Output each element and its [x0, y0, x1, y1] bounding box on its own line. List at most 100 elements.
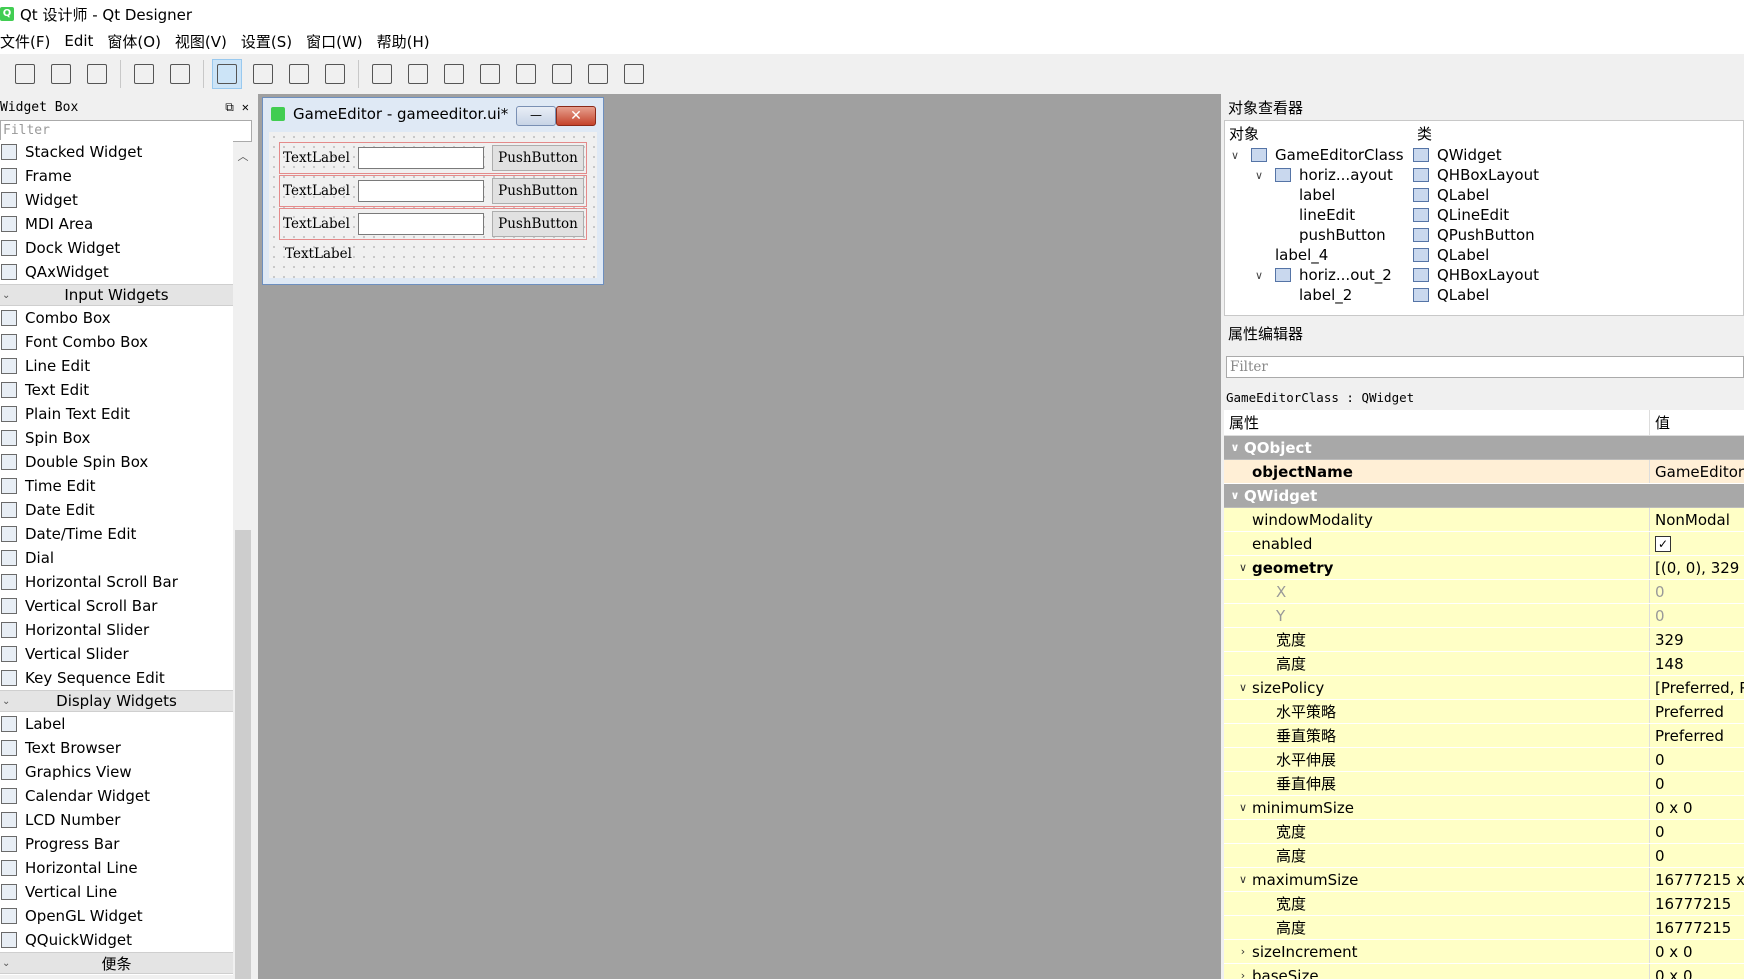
edit-buddies-button[interactable]	[284, 59, 314, 89]
layout-vertical-button[interactable]	[403, 59, 433, 89]
form-push-button[interactable]: PushButton	[492, 145, 584, 171]
property-row[interactable]: 高度 16777215	[1224, 916, 1744, 940]
layout-form-button[interactable]	[547, 59, 577, 89]
widget-category-header[interactable]: ⌄ Input Widgets	[0, 284, 233, 306]
adjust-size-button[interactable]	[619, 59, 649, 89]
chevron-down-icon[interactable]: ∨	[1231, 149, 1245, 162]
property-value-cell[interactable]: 0	[1650, 820, 1744, 843]
property-value-cell[interactable]: [Preferred, Preferred, 0, 0]	[1650, 676, 1744, 699]
property-value-cell[interactable]: 0	[1650, 772, 1744, 795]
form-horizontal-layout[interactable]: TextLabel PushButton	[279, 208, 587, 240]
form-text-label[interactable]: TextLabel	[283, 216, 358, 232]
column-header-class[interactable]: 类	[1413, 121, 1743, 145]
menu-item-6[interactable]: 帮助(H)	[377, 31, 438, 52]
form-line-edit[interactable]	[358, 213, 484, 235]
property-value-cell[interactable]: 0	[1650, 604, 1744, 627]
layout-vertical-splitter-button[interactable]	[475, 59, 505, 89]
break-layout-button[interactable]	[583, 59, 613, 89]
bring-to-front-button[interactable]	[165, 59, 195, 89]
property-value-cell[interactable]: 16777215	[1650, 892, 1744, 915]
property-row[interactable]: 高度 148	[1224, 652, 1744, 676]
property-row[interactable]: 宽度 0	[1224, 820, 1744, 844]
chevron-down-icon[interactable]: ∨	[1234, 561, 1252, 574]
send-to-back-button[interactable]	[129, 59, 159, 89]
column-header-property[interactable]: 属性	[1224, 410, 1650, 435]
widget-box-scrollbar-thumb[interactable]	[235, 530, 251, 979]
form-text-label[interactable]: TextLabel	[283, 150, 358, 166]
property-row[interactable]: Y0	[1224, 604, 1744, 628]
object-tree-row[interactable]: ∨ horiz...out_2 QHBoxLayout	[1225, 265, 1743, 285]
chevron-right-icon[interactable]: ›	[1234, 969, 1252, 979]
property-value-cell[interactable]: [(0, 0), 329 x 148]	[1650, 556, 1744, 579]
widget-box-item[interactable]: Line Edit	[0, 354, 233, 378]
widget-box-item[interactable]: Horizontal Slider	[0, 618, 233, 642]
object-tree-row[interactable]: pushButton QPushButton	[1225, 225, 1743, 245]
widget-box-item[interactable]: Dock Widget	[0, 236, 233, 260]
widget-box-item[interactable]: Frame	[0, 164, 233, 188]
chevron-down-icon[interactable]: ∨	[1255, 269, 1269, 282]
form-horizontal-layout[interactable]: TextLabel PushButton	[279, 142, 587, 174]
widget-box-item[interactable]: Calendar Widget	[0, 784, 233, 808]
object-tree-row[interactable]: lineEdit QLineEdit	[1225, 205, 1743, 225]
property-value-cell[interactable]: Preferred	[1650, 724, 1744, 747]
widget-box-item[interactable]: Vertical Slider	[0, 642, 233, 666]
object-tree-row[interactable]: label_4 QLabel	[1225, 245, 1743, 265]
edit-signals-slots-button[interactable]	[248, 59, 278, 89]
open-file-button[interactable]	[46, 59, 76, 89]
form-line-edit[interactable]	[358, 180, 484, 202]
property-filter-input[interactable]: Filter	[1226, 356, 1744, 378]
edit-tab-order-button[interactable]	[320, 59, 350, 89]
layout-horizontal-splitter-button[interactable]	[439, 59, 469, 89]
widget-box-item[interactable]: Vertical Scroll Bar	[0, 594, 233, 618]
widget-box-item[interactable]: Combo Box	[0, 306, 233, 330]
widget-box-item[interactable]: Text Browser	[0, 736, 233, 760]
save-button[interactable]	[82, 59, 112, 89]
form-line-edit[interactable]	[358, 147, 484, 169]
property-value-cell[interactable]: 0	[1650, 844, 1744, 867]
widget-box-item[interactable]: Key Sequence Edit	[0, 666, 233, 690]
form-canvas[interactable]: TextLabel PushButton TextLabel PushButton Te…	[269, 132, 597, 278]
minimize-button[interactable]: —	[516, 106, 556, 126]
widget-box-item[interactable]: MDI Area	[0, 212, 233, 236]
widget-box-item[interactable]: Date/Time Edit	[0, 522, 233, 546]
widget-box-item[interactable]: Vertical Line	[0, 880, 233, 904]
widget-box-item[interactable]: Progress Bar	[0, 832, 233, 856]
chevron-right-icon[interactable]: ›	[1234, 945, 1252, 958]
object-tree-row[interactable]: ∨ horiz...ayout QHBoxLayout	[1225, 165, 1743, 185]
property-row[interactable]: 垂直伸展 0	[1224, 772, 1744, 796]
form-push-button[interactable]: PushButton	[492, 211, 584, 237]
new-file-button[interactable]	[10, 59, 40, 89]
property-row[interactable]: windowModality NonModal	[1224, 508, 1744, 532]
menu-item-5[interactable]: 窗口(W)	[306, 31, 371, 52]
property-row[interactable]: 水平伸展 0	[1224, 748, 1744, 772]
property-value-cell[interactable]: 0	[1650, 748, 1744, 771]
widget-box-item[interactable]: Dial	[0, 546, 233, 570]
close-button[interactable]: ✕	[556, 106, 596, 126]
property-row[interactable]: › sizeIncrement 0 x 0	[1224, 940, 1744, 964]
property-row[interactable]: 宽度 329	[1224, 628, 1744, 652]
widget-box-item[interactable]: Spin Box	[0, 426, 233, 450]
property-row[interactable]: ∨ minimumSize 0 x 0	[1224, 796, 1744, 820]
property-group-row[interactable]: ∨ QObject	[1224, 436, 1744, 460]
property-value-cell[interactable]: 0 x 0	[1650, 796, 1744, 819]
menu-item-0[interactable]: 文件(F)	[0, 31, 58, 52]
chevron-down-icon[interactable]: ∨	[1234, 801, 1252, 814]
menu-item-2[interactable]: 窗体(O)	[107, 31, 169, 52]
form-text-label[interactable]: TextLabel	[283, 183, 358, 199]
widget-box-item[interactable]: OpenGL Widget	[0, 904, 233, 928]
property-row[interactable]: ∨sizePolicy [Preferred, Preferred, 0, 0]	[1224, 676, 1744, 700]
widget-box-item[interactable]: Widget	[0, 188, 233, 212]
form-window[interactable]: GameEditor - gameeditor.ui* — ✕ TextLabe…	[262, 97, 604, 285]
object-tree-row[interactable]: label_2 QLabel	[1225, 285, 1743, 305]
chevron-down-icon[interactable]: ∨	[1234, 873, 1252, 886]
property-value-cell[interactable]: 16777215	[1650, 916, 1744, 939]
chevron-down-icon[interactable]: ∨	[1226, 489, 1244, 502]
widget-box-item[interactable]: Text Edit	[0, 378, 233, 402]
property-row[interactable]: 垂直策略 Preferred	[1224, 724, 1744, 748]
property-value-cell[interactable]: 0 x 0	[1650, 964, 1744, 979]
property-row[interactable]: ∨maximumSize 16777215 x 16777215	[1224, 868, 1744, 892]
widget-category-header[interactable]: ⌄ 便条	[0, 952, 233, 974]
property-value-cell[interactable]: Preferred	[1650, 700, 1744, 723]
layout-horizontal-button[interactable]	[367, 59, 397, 89]
property-row[interactable]: › baseSize 0 x 0	[1224, 964, 1744, 979]
